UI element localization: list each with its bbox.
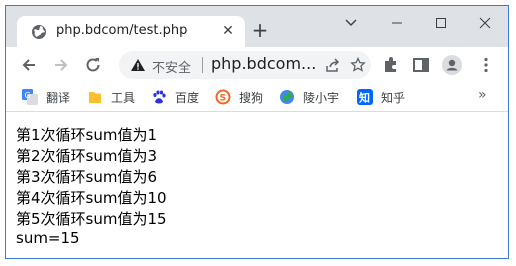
toolbar: 不安全 php.bdcom... [6,47,508,83]
minimize-button[interactable] [383,10,411,36]
extensions-puzzle-icon[interactable] [381,55,401,75]
back-arrow-icon[interactable] [19,55,39,75]
menu-kebab-icon[interactable] [476,55,496,75]
omnibox-divider [202,57,203,73]
bookmark-label: 翻译 [46,91,71,105]
globe-icon [32,25,46,39]
svg-text:S: S [220,94,226,104]
globe-icon [280,90,294,104]
bookmark-label: 搜狗 [239,91,264,105]
output-line: 第5次循环sum值为15 [16,210,167,228]
bookmarks-overflow-icon[interactable]: » [478,87,487,103]
maximize-button[interactable] [427,10,455,36]
new-tab-button[interactable]: + [250,20,270,40]
output-line: 第1次循环sum值为1 [16,126,158,144]
tab-title: php.bdcom/test.php [56,23,188,38]
bookmark-label: 知乎 [381,91,406,105]
svg-text:G: G [25,91,31,100]
url-text[interactable]: php.bdcom... [211,54,321,73]
tab-active[interactable]: php.bdcom/test.php ✕ [17,16,245,47]
tab-search-chevron-icon[interactable] [337,10,365,36]
close-window-button[interactable] [471,10,499,36]
baidu-paw-icon [153,90,166,104]
bookmark-star-icon[interactable] [350,57,366,73]
bookmark-label: 百度 [175,91,200,105]
svg-text:知: 知 [358,91,370,105]
forward-arrow-icon[interactable] [51,55,71,75]
sogou-icon: S [215,89,231,105]
share-icon[interactable] [325,57,341,73]
bookmark-label: 陵小宇 [303,91,340,105]
page-content: 第1次循环sum值为1 第2次循环sum值为3 第3次循环sum值为6 第4次循… [6,112,508,258]
bookmark-label: 工具 [111,91,136,105]
side-panel-icon[interactable] [411,55,431,75]
tab-strip: php.bdcom/test.php ✕ + [6,6,508,47]
profile-avatar-icon[interactable] [442,55,462,75]
address-bar[interactable]: 不安全 php.bdcom... [119,51,371,79]
output-line: 第2次循环sum值为3 [16,147,158,165]
security-label[interactable]: 不安全 [152,57,191,76]
browser-window: php.bdcom/test.php ✕ + 不安全 php.bdcom... … [5,5,509,259]
warning-icon[interactable] [130,57,146,73]
zhihu-icon: 知 [357,89,373,105]
bookmarks-bar: G 翻译 工具 百度 S 搜狗 陵小宇 知 知乎 » [6,83,508,112]
reload-icon[interactable] [83,55,103,75]
tab-close-icon[interactable]: ✕ [220,23,236,39]
output-line: 第3次循环sum值为6 [16,168,158,186]
folder-icon [89,92,101,103]
output-line: 第4次循环sum值为10 [16,189,167,207]
output-sum-total: sum=15 [16,229,80,247]
translate-icon: G [22,89,38,105]
